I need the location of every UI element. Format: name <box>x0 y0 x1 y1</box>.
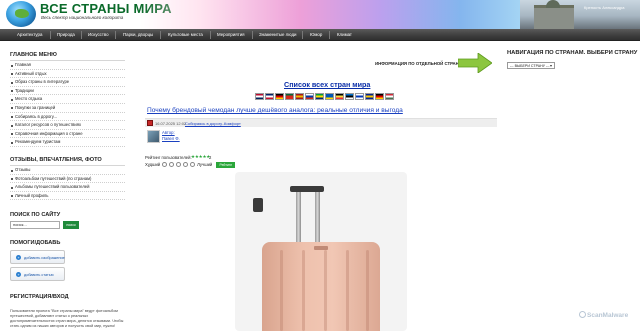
flag-belgium-icon[interactable] <box>335 93 344 100</box>
nav-item-humor[interactable]: Юмор <box>310 29 322 41</box>
article-category-link[interactable]: Собираясь в дорогу... <box>185 119 225 128</box>
flag-hungary-icon[interactable] <box>385 93 394 100</box>
article-subcategory-link[interactable]: Комфорт <box>224 119 241 128</box>
rating-radio-3[interactable] <box>176 162 182 167</box>
search-heading: ПОИСК ПО САЙТУ <box>10 212 61 218</box>
rate-button[interactable]: Рейтинг <box>216 161 236 168</box>
menu-item-recommend[interactable]: Рекомендуем туристам <box>10 138 125 147</box>
rating-radio-1[interactable] <box>162 162 168 167</box>
rating-radio-2[interactable] <box>169 162 175 167</box>
flag-norway-icon[interactable] <box>255 93 264 100</box>
menu-item-profile[interactable]: Личный профиль <box>10 192 125 201</box>
right-sidebar: НАВИГАЦИЯ ПО СТРАНАМ. ВЫБЕРИ СТРАНУ --- … <box>504 41 640 331</box>
main-menu-heading: ГЛАВНОЕ МЕНЮ <box>10 52 57 58</box>
flag-israel-icon[interactable] <box>355 93 364 100</box>
add-article-button[interactable]: + добавить статью <box>10 267 65 281</box>
help-heading: ПОМОГИ/ДОБАВЬ <box>10 240 61 246</box>
nav-item-architecture[interactable]: Архитектура <box>17 29 42 41</box>
watermark-text: ScanMalware <box>587 312 629 319</box>
rating-stars: ★★★★★ <box>191 154 211 159</box>
calendar-icon <box>147 120 153 126</box>
rating-count: 2 <box>209 155 212 160</box>
nav-item-religious[interactable]: Культовые места <box>168 29 203 41</box>
page: ВСЕ СТРАНЫ МИРА Весь спектр национальног… <box>0 0 640 331</box>
country-info-label: ИНФОРМАЦИЯ ПО ОТДЕЛЬНОЙ СТРАНЕ <box>375 61 462 66</box>
menu-item-literature[interactable]: Образ страны в литературе <box>10 78 125 87</box>
registration-heading: РЕГИСТРАЦИЯ/ВХОД <box>10 294 69 300</box>
main-menu: Главная Активный отдых Образ страны в ли… <box>10 60 125 147</box>
flag-bosnia-icon[interactable] <box>365 93 374 100</box>
globe-logo-icon[interactable] <box>6 1 36 27</box>
flag-russia-icon[interactable] <box>305 93 314 100</box>
best-label: Лучший <box>197 162 213 167</box>
top-nav: Архитектура Природа Искусство Парки, дво… <box>0 29 640 41</box>
country-select[interactable]: --- ВЫБЕРИ СТРАНУ --- <box>507 62 555 69</box>
rating-radio-5[interactable] <box>190 162 196 167</box>
author-name-link[interactable]: Павел Ф. <box>162 136 180 141</box>
menu-item-reviews[interactable]: Отзывы <box>10 166 125 175</box>
flag-germany-icon[interactable] <box>275 93 284 100</box>
registration-text: Пользователи проекта "Все страны мира" в… <box>10 309 124 328</box>
search-input[interactable]: поиск... <box>10 221 60 229</box>
suitcase-photo <box>235 172 407 331</box>
flag-ukraine-icon[interactable] <box>325 93 334 100</box>
rating-label: Рейтинг пользователей: <box>145 155 192 160</box>
header-photo-caption: Крепость Александра <box>584 5 625 10</box>
menu-item-reference[interactable]: Справочная информация о стране <box>10 130 125 139</box>
menu-item-user-albums[interactable]: Альбомы путешествий пользователей <box>10 183 125 192</box>
left-sidebar: ГЛАВНОЕ МЕНЮ Главная Активный отдых Обра… <box>0 41 133 331</box>
scanmalware-logo-icon <box>579 311 586 318</box>
all-countries-link[interactable]: Список всех стран мира <box>284 80 370 89</box>
site-header: ВСЕ СТРАНЫ МИРА Весь спектр национальног… <box>0 0 640 29</box>
nav-item-parks[interactable]: Парки, дворцы <box>123 29 153 41</box>
scanmalware-watermark: ScanMalware <box>579 311 628 319</box>
main-content: ИНФОРМАЦИЯ ПО ОТДЕЛЬНОЙ СТРАНЕ Список вс… <box>135 41 502 331</box>
article-meta: 16.07.2025 12:02 Собираясь в дорогу... К… <box>145 118 497 127</box>
site-tagline: Весь спектр национального колорита <box>41 15 124 20</box>
worst-label: Худший <box>145 162 161 167</box>
flag-brazil-icon[interactable] <box>315 93 324 100</box>
flag-germany-2-icon[interactable] <box>375 93 384 100</box>
flag-uk-icon[interactable] <box>265 93 274 100</box>
flag-spain-icon[interactable] <box>295 93 304 100</box>
search-button[interactable]: поиск <box>63 221 79 229</box>
add-photo-button[interactable]: + добавить изображение <box>10 250 65 264</box>
plus-icon: + <box>16 272 21 277</box>
menu-item-traditions[interactable]: Традиции <box>10 87 125 96</box>
author-label: Автор: <box>162 130 175 135</box>
flag-portugal-icon[interactable] <box>285 93 294 100</box>
nav-item-climate[interactable]: Климат <box>337 29 352 41</box>
header-photo: Крепость Александра <box>520 0 640 29</box>
menu-item-home[interactable]: Главная <box>10 61 125 70</box>
menu-item-photo-album[interactable]: Фотоальбом путешествий (по странам) <box>10 175 125 184</box>
author-avatar[interactable] <box>147 130 160 143</box>
plus-icon: + <box>16 255 21 260</box>
header-decoration <box>140 0 540 29</box>
add-photo-label: добавить изображение <box>24 256 65 260</box>
reviews-menu: Отзывы Фотоальбом путешествий (по страна… <box>10 165 125 201</box>
nav-item-famous-people[interactable]: Знаменитые люди <box>259 29 296 41</box>
reviews-heading: ОТЗЫВЫ, ВПЕЧАТЛЕНИЯ, ФОТО <box>10 157 102 163</box>
article-date: 16.07.2025 12:02 <box>155 121 187 126</box>
menu-item-rest-place[interactable]: Место отдыха <box>10 95 125 104</box>
language-flags <box>255 93 394 100</box>
flag-estonia-icon[interactable] <box>345 93 354 100</box>
nav-item-nature[interactable]: Природа <box>57 29 75 41</box>
rating-radio-4[interactable] <box>183 162 189 167</box>
menu-item-packing[interactable]: Собираясь в дорогу... <box>10 113 125 122</box>
rating-form: Худший Лучший Рейтинг <box>145 161 236 168</box>
country-nav-title: НАВИГАЦИЯ ПО СТРАНАМ. ВЫБЕРИ СТРАНУ <box>507 50 638 56</box>
article-title[interactable]: Почему брендовый чемодан лучше дешёвого … <box>147 107 403 114</box>
nav-item-art[interactable]: Искусство <box>88 29 109 41</box>
menu-item-catalog[interactable]: Каталог ресурсов о путешествиях <box>10 121 125 130</box>
arrow-right-icon <box>458 53 492 73</box>
menu-item-shopping[interactable]: Покупки за границей <box>10 104 125 113</box>
menu-item-active-rest[interactable]: Активный отдых <box>10 70 125 79</box>
nav-item-events[interactable]: Мероприятия <box>217 29 245 41</box>
add-article-label: добавить статью <box>24 273 54 277</box>
